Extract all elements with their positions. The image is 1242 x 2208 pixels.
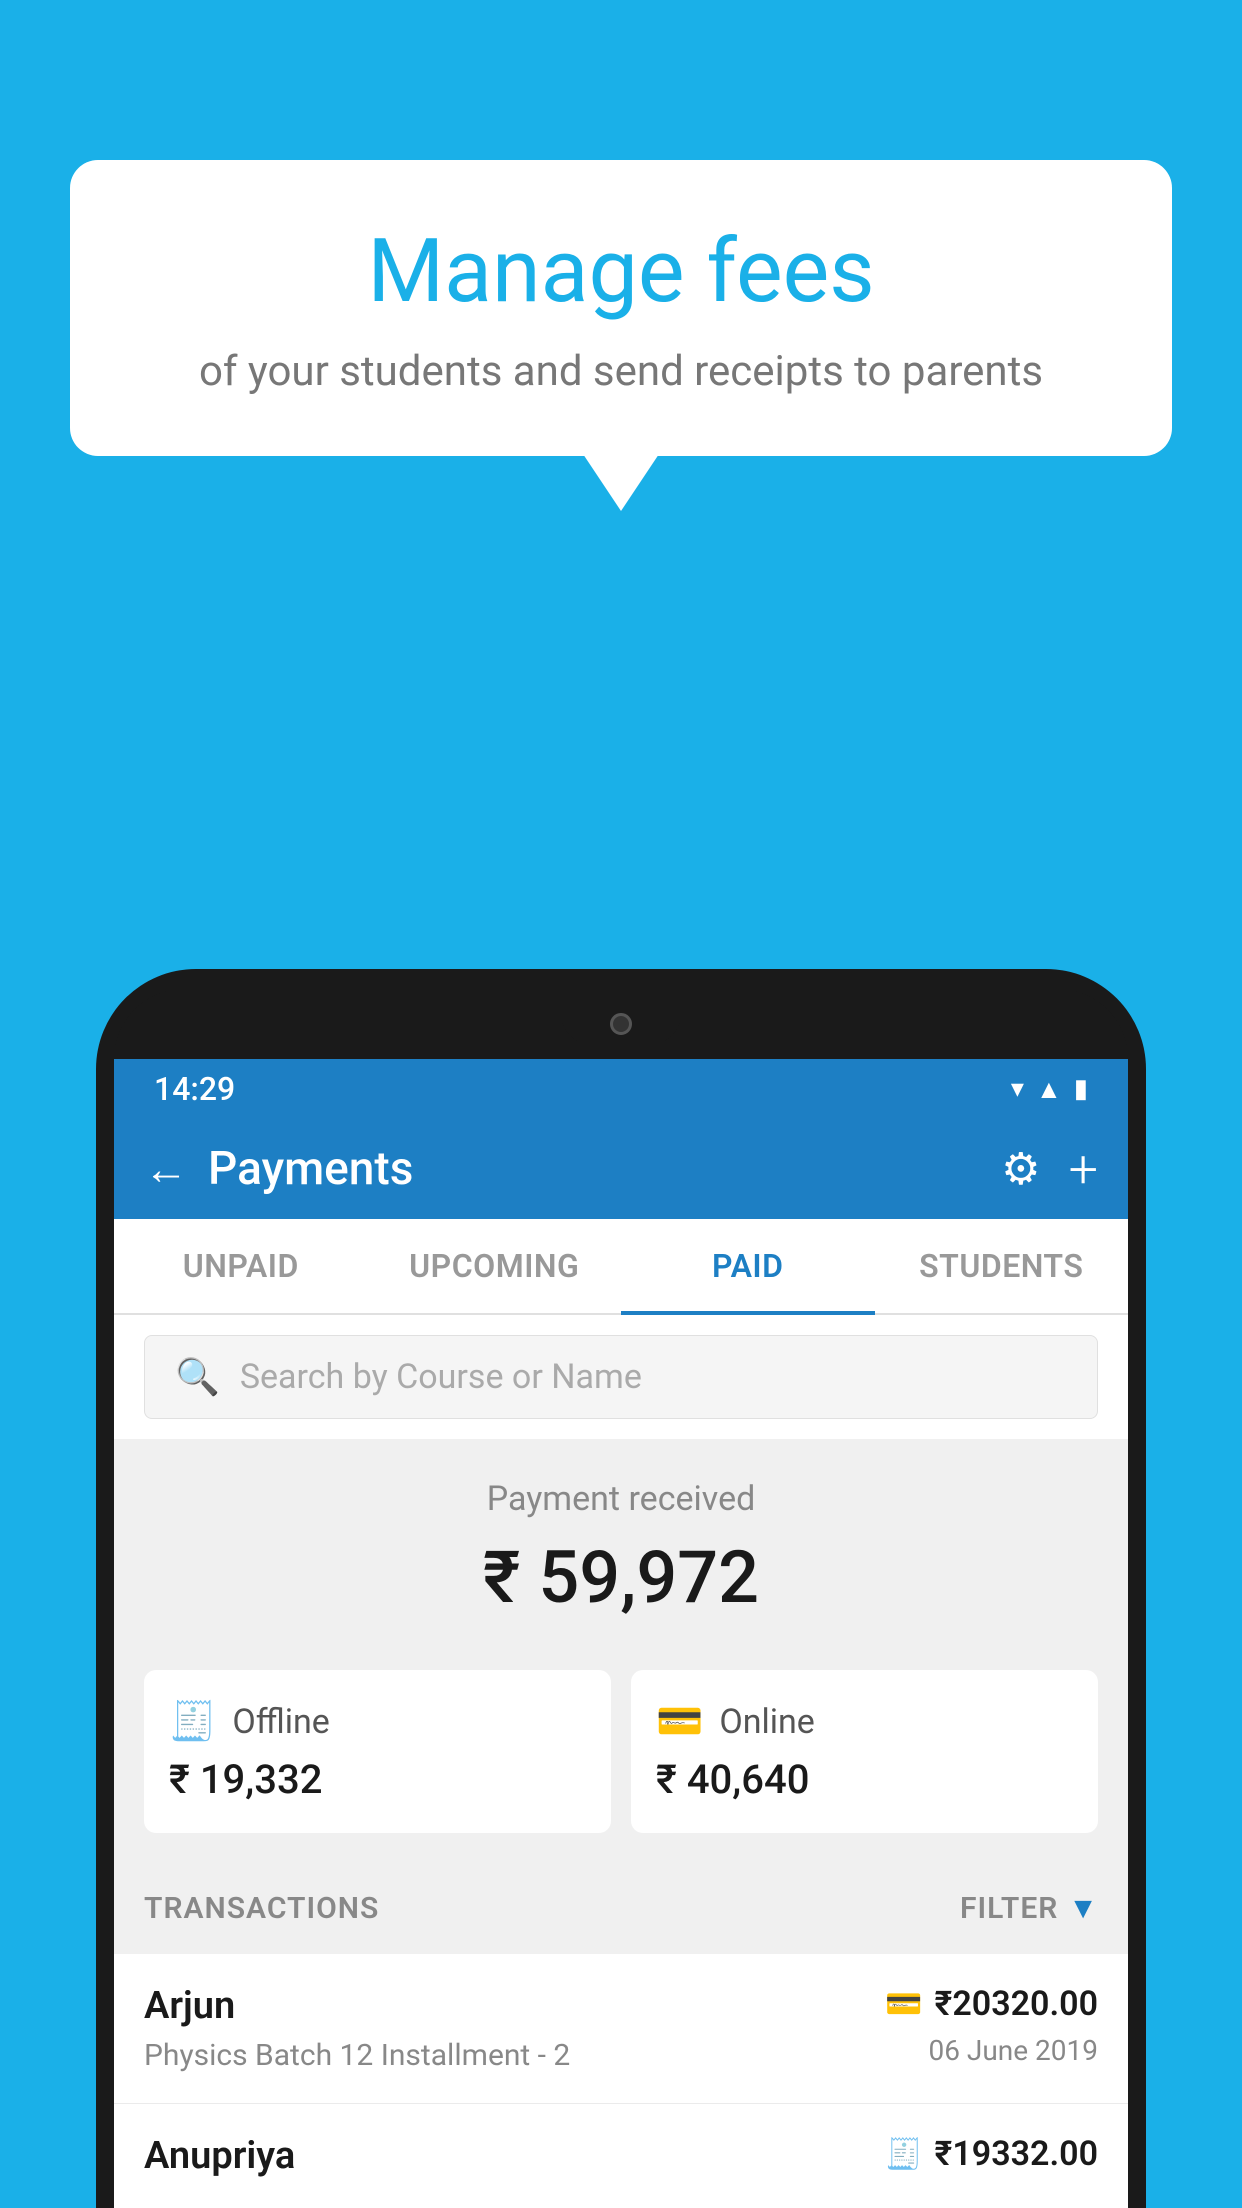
settings-icon[interactable]: ⚙	[1001, 1143, 1040, 1195]
status-icons: ▾ ▲ ▮	[1011, 1074, 1088, 1105]
online-amount: ₹ 40,640	[656, 1756, 809, 1803]
transaction-name: Arjun	[144, 1984, 570, 2028]
transaction-right: 💳 ₹20320.00 06 June 2019	[885, 1984, 1098, 2067]
transaction-left: Arjun Physics Batch 12 Installment - 2	[144, 1984, 570, 2073]
payment-received-label: Payment received	[144, 1479, 1098, 1519]
wifi-icon: ▾	[1011, 1074, 1024, 1104]
payment-cards-row: 🧾 Offline ₹ 19,332 💳 Online ₹ 40,640	[114, 1650, 1128, 1863]
phone-screen: UNPAID UPCOMING PAID STUDENTS 🔍 Search b…	[114, 1219, 1128, 2208]
phone-device: 14:29 ▾ ▲ ▮ ← Payments ⚙ + UNPAID	[96, 969, 1146, 2208]
transaction-amount: ₹20320.00	[935, 1984, 1098, 2024]
transaction-detail: Physics Batch 12 Installment - 2	[144, 2038, 570, 2073]
status-bar: 14:29 ▾ ▲ ▮	[114, 1059, 1128, 1119]
offline-payment-card: 🧾 Offline ₹ 19,332	[144, 1670, 611, 1833]
tab-upcoming[interactable]: UPCOMING	[368, 1219, 622, 1313]
search-icon: 🔍	[175, 1356, 220, 1398]
transaction-right-2: 🧾 ₹19332.00	[885, 2134, 1098, 2174]
transaction-left-2: Anupriya	[144, 2134, 295, 2178]
back-button[interactable]: ←	[144, 1143, 188, 1195]
offline-payment-icon: 🧾	[885, 2137, 922, 2172]
phone-notch	[561, 1004, 681, 1044]
status-time: 14:29	[154, 1070, 235, 1108]
transaction-item[interactable]: Arjun Physics Batch 12 Installment - 2 💳…	[114, 1954, 1128, 2104]
add-icon[interactable]: +	[1069, 1139, 1098, 1200]
tab-unpaid[interactable]: UNPAID	[114, 1219, 368, 1313]
battery-icon: ▮	[1074, 1074, 1088, 1104]
signal-icon: ▲	[1036, 1074, 1062, 1105]
transaction-amount-2: ₹19332.00	[935, 2134, 1098, 2174]
offline-card-header: 🧾 Offline	[169, 1700, 330, 1744]
online-card-header: 💳 Online	[656, 1700, 815, 1744]
transaction-amount-row-2: 🧾 ₹19332.00	[885, 2134, 1098, 2174]
transaction-name-2: Anupriya	[144, 2134, 295, 2178]
tab-students[interactable]: STUDENTS	[875, 1219, 1129, 1313]
filter-button[interactable]: FILTER ▼	[960, 1891, 1098, 1926]
payment-total-amount: ₹ 59,972	[144, 1535, 1098, 1620]
search-container: 🔍 Search by Course or Name	[114, 1315, 1128, 1439]
app-bar: ← Payments ⚙ +	[114, 1119, 1128, 1219]
offline-amount: ₹ 19,332	[169, 1756, 322, 1803]
online-payment-icon: 💳	[885, 1987, 922, 2022]
transactions-section-header: TRANSACTIONS FILTER ▼	[114, 1863, 1128, 1954]
offline-label: Offline	[232, 1702, 329, 1742]
bubble-subtitle: of your students and send receipts to pa…	[120, 347, 1122, 396]
online-icon: 💳	[656, 1700, 703, 1744]
transaction-amount-row: 💳 ₹20320.00	[885, 1984, 1098, 2024]
payment-summary: Payment received ₹ 59,972	[114, 1439, 1128, 1650]
filter-label: FILTER	[960, 1891, 1058, 1926]
transaction-item-partial[interactable]: Anupriya 🧾 ₹19332.00	[114, 2104, 1128, 2208]
speech-bubble: Manage fees of your students and send re…	[70, 160, 1172, 456]
phone-camera	[610, 1013, 632, 1035]
tab-paid[interactable]: PAID	[621, 1219, 875, 1313]
transactions-label: TRANSACTIONS	[144, 1891, 379, 1926]
transaction-date: 06 June 2019	[928, 2034, 1098, 2067]
online-label: Online	[719, 1702, 815, 1742]
offline-icon: 🧾	[169, 1700, 216, 1744]
app-bar-title: Payments	[208, 1142, 981, 1196]
tabs-container: UNPAID UPCOMING PAID STUDENTS	[114, 1219, 1128, 1315]
phone-notch-area	[114, 989, 1128, 1059]
app-bar-actions: ⚙ +	[1001, 1139, 1098, 1200]
online-payment-card: 💳 Online ₹ 40,640	[631, 1670, 1098, 1833]
bubble-title: Manage fees	[120, 220, 1122, 323]
search-bar[interactable]: 🔍 Search by Course or Name	[144, 1335, 1098, 1419]
search-input[interactable]: Search by Course or Name	[240, 1357, 642, 1397]
filter-icon: ▼	[1068, 1891, 1098, 1926]
